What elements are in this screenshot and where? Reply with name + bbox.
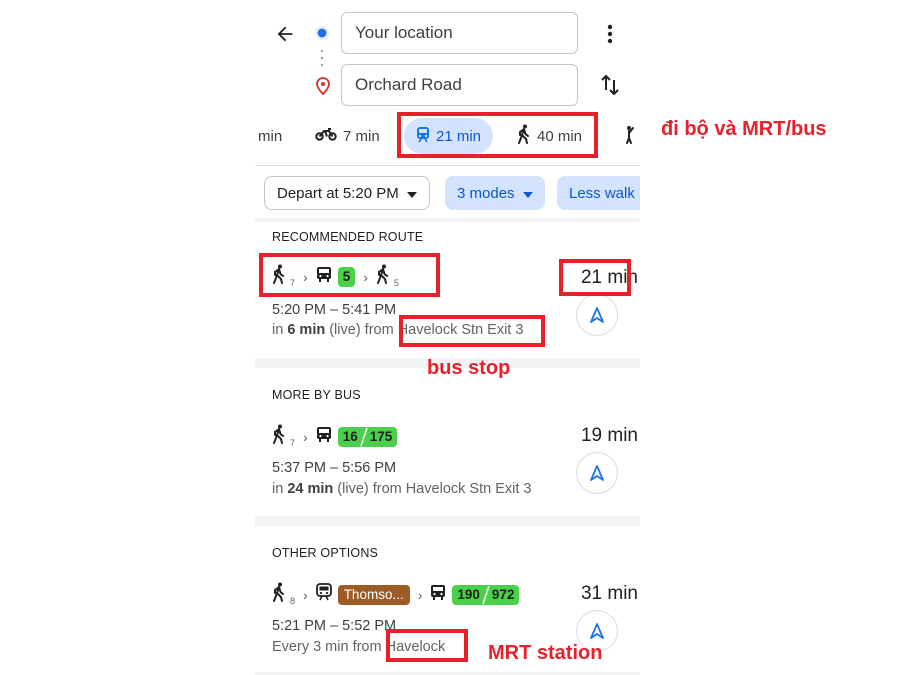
recommended-route-steps[interactable]: 7 › 5 › 5 [272, 264, 399, 289]
bus-icon [316, 266, 332, 288]
chevron-right-icon: › [303, 428, 308, 445]
travel-mode-tabs: min 7 min 21 min 40 min [255, 118, 640, 158]
recommended-heading: RECOMMENDED ROUTE [272, 230, 424, 244]
route-times: 5:21 PM – 5:52 PM [272, 618, 397, 634]
back-arrow-icon[interactable] [272, 21, 298, 47]
annotation-mrt-station: MRT station [488, 642, 603, 664]
start-navigation-button[interactable] [576, 452, 618, 494]
mrt-station-name: Havelock [385, 639, 446, 655]
route-duration: 21 min [580, 267, 638, 288]
chevron-right-icon: › [303, 586, 308, 603]
more-options-icon[interactable] [598, 22, 622, 46]
dropdown-arrow-icon [522, 185, 533, 202]
origin-input[interactable]: Your location [341, 12, 578, 54]
bus-lines-badge: 16 175 [337, 426, 398, 447]
dropdown-arrow-icon [406, 185, 417, 202]
tab-more-mode[interactable] [623, 118, 637, 154]
section-separator [255, 516, 640, 526]
bus-lines-badge: 190 972 [452, 584, 520, 605]
hail-icon [623, 124, 637, 148]
tab-previous-mode[interactable]: min [258, 118, 282, 154]
tab-transit[interactable]: 21 min [404, 118, 494, 154]
bus-icon [430, 584, 446, 606]
origin-dot-icon [315, 26, 329, 40]
tab-walking[interactable]: 40 min [517, 118, 582, 154]
destination-pin-icon [315, 77, 331, 95]
annotation-bus-stop: bus stop [427, 357, 511, 379]
train-icon [416, 126, 430, 147]
depart-time-chip[interactable]: Depart at 5:20 PM [264, 176, 430, 210]
less-walk-chip[interactable]: Less walk [557, 176, 640, 210]
walk-minutes: 7 [290, 437, 296, 448]
walk-minutes: 8 [290, 595, 296, 606]
more-by-bus-heading: MORE BY BUS [272, 388, 361, 402]
walk-icon [272, 424, 286, 449]
annotation-modes-note: đi bộ và MRT/bus [661, 118, 827, 140]
walk-icon [272, 582, 286, 607]
walk-icon [272, 264, 286, 289]
chevron-right-icon: › [417, 586, 423, 603]
bus-icon [316, 426, 332, 448]
chevron-right-icon: › [303, 268, 308, 285]
bus-route-steps[interactable]: 7 › 16 175 [272, 424, 398, 449]
route-duration: 19 min [580, 425, 638, 446]
start-navigation-button[interactable] [576, 294, 618, 336]
route-dots-icon [320, 48, 324, 68]
route-live-info: in 6 min (live) from Havelock Stn Exit 3 [272, 322, 524, 338]
mrt-route-steps[interactable]: 8 › Thomso... › 190 972 [272, 582, 520, 607]
tab-motorbike[interactable]: 7 min [315, 118, 380, 154]
swap-icon[interactable] [598, 72, 622, 98]
motorbike-icon [315, 127, 337, 145]
route-live-info: in 24 min (live) from Havelock Stn Exit … [272, 481, 532, 497]
route-times: 5:20 PM – 5:41 PM [272, 302, 397, 318]
walk-minutes: 5 [393, 277, 399, 288]
walk-icon [517, 124, 531, 148]
route-times: 5:37 PM – 5:56 PM [272, 460, 397, 476]
modes-filter-chip[interactable]: 3 modes [445, 176, 545, 210]
bus-stop-name: Havelock Stn Exit 3 [397, 322, 524, 338]
route-frequency-info: Every 3 min from Havelock [272, 639, 446, 655]
destination-input[interactable]: Orchard Road [341, 64, 578, 106]
mrt-line-badge: Thomso... [337, 584, 410, 605]
walk-minutes: 7 [290, 277, 296, 288]
route-duration: 31 min [580, 583, 638, 604]
chevron-right-icon: › [363, 268, 368, 285]
section-separator [255, 218, 640, 222]
train-icon [315, 583, 332, 606]
divider [255, 165, 640, 166]
other-options-heading: OTHER OPTIONS [272, 546, 379, 560]
bus-line-badge: 5 [337, 266, 356, 287]
walk-icon [376, 264, 390, 289]
